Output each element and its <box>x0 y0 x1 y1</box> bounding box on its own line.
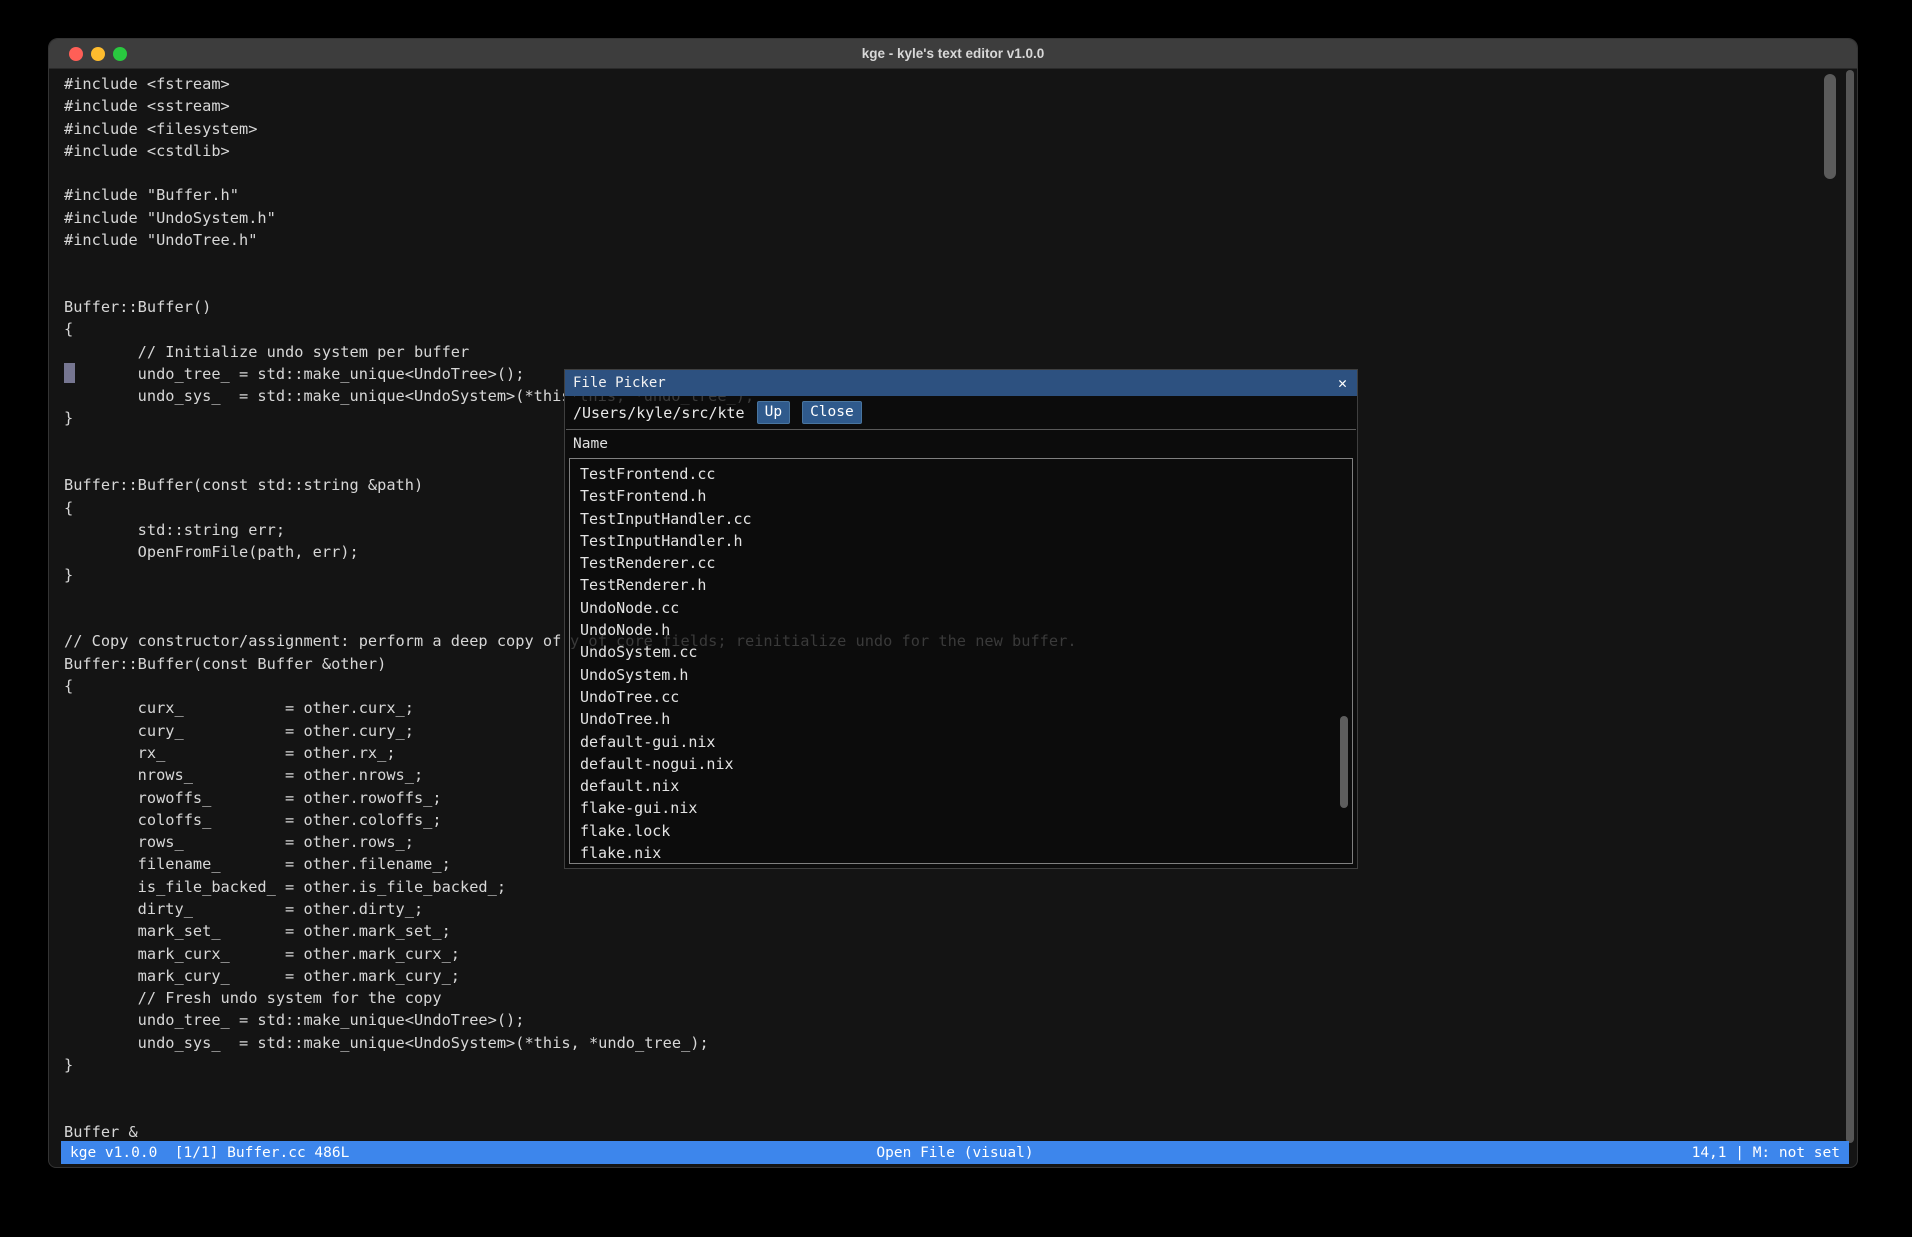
code-line: // Fresh undo system for the copy <box>49 987 1031 1009</box>
code-line: #include "Buffer.h" <box>49 184 1031 206</box>
file-item[interactable]: UndoTree.cc <box>570 686 1352 708</box>
code-line <box>49 162 1031 184</box>
code-line: // Initialize undo system per buffer <box>49 341 1031 363</box>
text-cursor <box>64 363 75 383</box>
code-line <box>49 1099 1031 1121</box>
current-path: /Users/kyle/src/kte <box>573 404 745 422</box>
file-item[interactable]: flake.nix <box>570 842 1352 864</box>
code-line: undo_sys_ = std::make_unique<UndoSystem>… <box>49 1032 1031 1054</box>
code-line: #include <sstream> <box>49 95 1031 117</box>
file-list[interactable]: TestFrontend.ccTestFrontend.hTestInputHa… <box>569 458 1353 864</box>
code-line <box>49 274 1031 296</box>
editor-window: kge - kyle's text editor v1.0.0 #include… <box>48 38 1858 1168</box>
status-mode: Open File (visual) <box>876 1145 1033 1161</box>
file-item[interactable]: TestInputHandler.h <box>570 530 1352 552</box>
file-list-scrollbar-thumb[interactable] <box>1340 716 1348 808</box>
editor-scrollbar-track[interactable] <box>1846 70 1854 1143</box>
code-line: } <box>49 1054 1031 1076</box>
code-line <box>49 1076 1031 1098</box>
file-item[interactable]: TestInputHandler.cc <box>570 508 1352 530</box>
file-item[interactable]: default-nogui.nix <box>570 753 1352 775</box>
minimize-window-button[interactable] <box>91 47 105 61</box>
code-line: #include <fstream> <box>49 73 1031 95</box>
file-item[interactable]: flake.lock <box>570 820 1352 842</box>
file-item[interactable]: UndoSystem.cc <box>570 641 1352 663</box>
close-icon[interactable]: ✕ <box>1338 374 1347 392</box>
column-header-name: Name <box>565 430 1357 458</box>
file-item[interactable]: TestRenderer.h <box>570 574 1352 596</box>
code-line <box>49 251 1031 273</box>
file-item[interactable]: TestFrontend.h <box>570 485 1352 507</box>
up-button[interactable]: Up <box>757 401 790 424</box>
file-item[interactable]: UndoNode.cc <box>570 597 1352 619</box>
code-line: Buffer & <box>49 1121 1031 1139</box>
file-item[interactable]: flake-gui.nix <box>570 797 1352 819</box>
file-picker-titlebar[interactable]: File Picker ✕ <box>565 370 1357 396</box>
file-picker-title: File Picker <box>573 375 666 391</box>
file-item[interactable]: default-gui.nix <box>570 731 1352 753</box>
window-titlebar[interactable]: kge - kyle's text editor v1.0.0 <box>49 39 1857 69</box>
code-line: #include "UndoSystem.h" <box>49 207 1031 229</box>
status-cursor-position: 14,1 | M: not set <box>1692 1145 1840 1161</box>
status-app-file-info: kge v1.0.0 [1/1] Buffer.cc 486L <box>70 1145 349 1161</box>
zoom-window-button[interactable] <box>113 47 127 61</box>
close-window-button[interactable] <box>69 47 83 61</box>
path-row: /Users/kyle/src/kte Up Close <box>565 396 1357 429</box>
file-item[interactable]: UndoSystem.h <box>570 664 1352 686</box>
status-bar: kge v1.0.0 [1/1] Buffer.cc 486L Open Fil… <box>61 1141 1849 1164</box>
code-line: mark_set_ = other.mark_set_; <box>49 920 1031 942</box>
code-line: #include <cstdlib> <box>49 140 1031 162</box>
file-picker-dialog: *this, *undo_tree_); y of core fields; r… <box>564 369 1358 869</box>
editor-scrollbar-thumb[interactable] <box>1824 74 1836 179</box>
file-item[interactable]: UndoTree.h <box>570 708 1352 730</box>
code-line: mark_cury_ = other.mark_cury_; <box>49 965 1031 987</box>
code-line: { <box>49 318 1031 340</box>
code-line: undo_tree_ = std::make_unique<UndoTree>(… <box>49 1009 1031 1031</box>
code-line: #include "UndoTree.h" <box>49 229 1031 251</box>
traffic-lights <box>69 47 127 61</box>
code-line: is_file_backed_ = other.is_file_backed_; <box>49 876 1031 898</box>
code-line: Buffer::Buffer() <box>49 296 1031 318</box>
file-item[interactable]: TestFrontend.cc <box>570 463 1352 485</box>
screen: kge - kyle's text editor v1.0.0 #include… <box>0 0 1912 1237</box>
file-item[interactable]: default.nix <box>570 775 1352 797</box>
close-button[interactable]: Close <box>802 401 862 424</box>
code-line: mark_curx_ = other.mark_curx_; <box>49 943 1031 965</box>
code-line: #include <filesystem> <box>49 118 1031 140</box>
code-line: dirty_ = other.dirty_; <box>49 898 1031 920</box>
file-item[interactable]: TestRenderer.cc <box>570 552 1352 574</box>
file-item[interactable]: UndoNode.h <box>570 619 1352 641</box>
window-title: kge - kyle's text editor v1.0.0 <box>862 46 1045 61</box>
